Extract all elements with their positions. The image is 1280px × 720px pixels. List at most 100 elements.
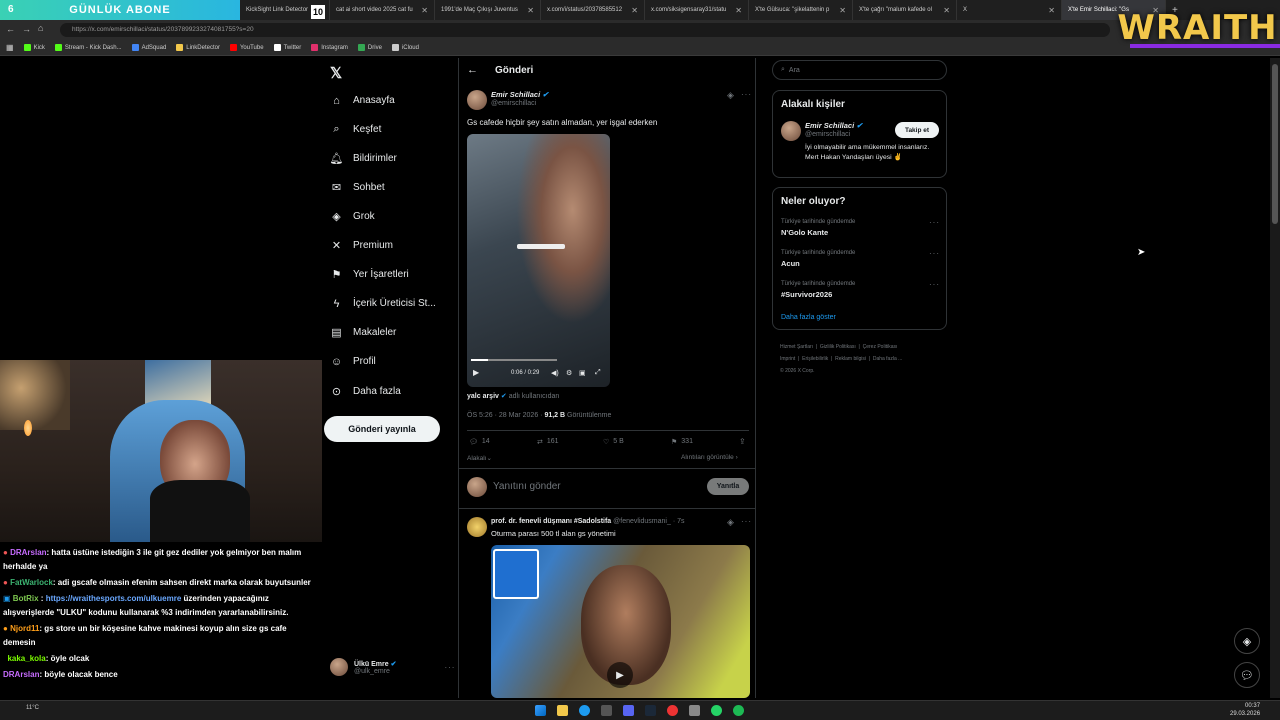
weather-temp[interactable]: 11°C — [26, 705, 39, 711]
settings-icon[interactable]: ⚙ — [566, 369, 572, 377]
tweet-video[interactable]: ▶ 0:06 / 0:29 ◀) ⚙ ▣ ⤢ — [467, 134, 610, 387]
nav-item-grok[interactable]: ◈ Grok — [330, 210, 374, 223]
close-icon[interactable]: ✕ — [731, 6, 742, 15]
footer-link[interactable]: Çerez Politikası — [863, 344, 898, 350]
play-icon[interactable]: ▶ — [607, 662, 633, 688]
grok-fab-icon[interactable]: ◈ — [1234, 628, 1260, 654]
author-avatar[interactable] — [467, 90, 487, 110]
more-dots-icon[interactable]: ··· — [929, 280, 940, 289]
footer-link[interactable]: Hizmet Şartları — [780, 344, 813, 350]
related-avatar[interactable] — [781, 121, 801, 141]
related-name[interactable]: Emir Schillaci ✔ — [805, 121, 863, 130]
chat-username[interactable]: Njord11 — [10, 624, 39, 633]
more-dots-icon[interactable]: ··· — [741, 517, 752, 526]
url-field[interactable]: https://x.com/emirschillaci/status/20378… — [60, 23, 1110, 37]
bookmark-linkdetector[interactable]: LinkDetector — [176, 44, 220, 51]
x-logo-icon[interactable]: 𝕏 — [330, 64, 342, 82]
back-icon[interactable]: ← — [6, 24, 15, 34]
repost-action[interactable]: ⇄ 161 — [537, 438, 559, 446]
volume-icon[interactable]: ◀) — [551, 369, 559, 377]
more-dots-icon[interactable]: ··· — [444, 663, 455, 672]
post-button[interactable]: Gönderi yayınla — [324, 416, 440, 442]
browser-tab[interactable]: x.com/i/status/20378585512 ✕ — [541, 0, 645, 20]
bookmark-twitter[interactable]: Twitter — [273, 44, 301, 51]
like-action[interactable]: ♡ 5 B — [603, 438, 624, 446]
chat-username[interactable]: kaka_kola — [7, 654, 45, 663]
search-bar[interactable]: ⌕ Ara — [772, 60, 947, 80]
browser-tab[interactable]: X ✕ — [957, 0, 1062, 20]
apps-icon[interactable]: ▦ — [6, 43, 14, 52]
author-name[interactable]: Emir Schillaci ✔ — [491, 90, 549, 99]
grok-icon[interactable]: ◈ — [727, 90, 734, 101]
footer-link[interactable]: Imprint — [780, 356, 795, 362]
close-icon[interactable]: ✕ — [627, 6, 638, 15]
nav-item-bookmarks[interactable]: ⚑ Yer İşaretleri — [330, 268, 409, 281]
fullscreen-icon[interactable]: ⤢ — [595, 369, 601, 377]
back-arrow-icon[interactable]: ← — [467, 64, 478, 76]
spotify-icon[interactable] — [733, 705, 744, 716]
page-scrollbar[interactable] — [1270, 58, 1280, 698]
file-explorer-icon[interactable] — [557, 705, 568, 716]
bookmark-kick[interactable]: Kick — [23, 44, 45, 51]
author-handle[interactable]: @emirschillaci — [491, 100, 536, 107]
footer-link[interactable]: Erişilebilirlik — [802, 356, 828, 362]
reply-author-avatar[interactable] — [467, 517, 487, 537]
nav-item-premium[interactable]: ✕ Premium — [330, 239, 393, 252]
close-icon[interactable]: ✕ — [939, 6, 950, 15]
play-icon[interactable]: ▶ — [473, 368, 479, 377]
browser-tab[interactable]: 1991'de Maç Çıkışı Juventus ✕ — [435, 0, 541, 20]
home-icon[interactable]: ⌂ — [38, 23, 43, 33]
reply-author[interactable]: prof. dr. fenevli düşmanı #Sadolstifa @f… — [491, 518, 684, 525]
chat-link[interactable]: https://wraithesports.com/ulkuemre — [46, 594, 182, 603]
browser-tab[interactable]: cat ai short video 2025 cat fu ✕ — [330, 0, 435, 20]
reply-input[interactable]: Yanıtını gönder — [493, 481, 561, 492]
bookmark-instagram[interactable]: Instagram — [311, 44, 348, 51]
grok-icon[interactable]: ◈ — [727, 517, 734, 528]
obs-icon[interactable] — [667, 705, 678, 716]
steam-icon[interactable] — [645, 705, 656, 716]
edge-icon[interactable] — [579, 705, 590, 716]
bookmark-youtube[interactable]: YouTube — [229, 44, 264, 51]
share-icon[interactable]: ⇪ — [739, 437, 746, 446]
trend-topic[interactable]: Acun — [781, 259, 800, 268]
account-switcher[interactable]: Ülkü Emre ✔ @ulk_emre ··· — [330, 658, 455, 676]
discord-icon[interactable] — [623, 705, 634, 716]
trend-topic[interactable]: #Survivor2026 — [781, 290, 832, 299]
nav-item-notifications[interactable]: 🔔︎ Bildirimler — [330, 152, 397, 165]
whatsapp-icon[interactable] — [711, 705, 722, 716]
nav-item-profile[interactable]: ☺ Profil — [330, 355, 376, 368]
clock[interactable]: 00:37 29.03.2026 — [1230, 702, 1260, 718]
nav-item-chat[interactable]: ✉ Sohbet — [330, 181, 385, 194]
messages-fab-icon[interactable]: 💬︎ — [1234, 662, 1260, 688]
browser-tab[interactable]: X'te çağrı "malum kafede ol ✕ — [853, 0, 957, 20]
more-dots-icon[interactable]: ··· — [929, 218, 940, 227]
app-icon[interactable] — [689, 705, 700, 716]
reply-video[interactable]: ▶ — [491, 545, 750, 698]
footer-link[interactable]: Daha fazla ... — [873, 356, 902, 362]
more-dots-icon[interactable]: ··· — [929, 249, 940, 258]
chat-username[interactable]: DRArslan — [10, 548, 46, 557]
close-icon[interactable]: ✕ — [523, 6, 534, 15]
browser-tab[interactable]: X'te Gülsuca: "şikelattenin p ✕ — [749, 0, 853, 20]
sort-dropdown[interactable]: Alakalı⌄ — [467, 454, 492, 462]
nav-item-articles[interactable]: ▤ Makaleler — [330, 326, 396, 339]
bookmark-adsquad[interactable]: AdSquad — [131, 44, 166, 51]
app-icon[interactable] — [601, 705, 612, 716]
view-quotes-link[interactable]: Alıntıları görüntüle › — [681, 454, 738, 461]
chat-username[interactable]: DRArslan — [3, 670, 39, 679]
show-more-link[interactable]: Daha fazla göster — [781, 314, 836, 321]
video-progress[interactable] — [471, 359, 557, 361]
close-icon[interactable]: ✕ — [417, 6, 428, 15]
more-dots-icon[interactable]: ··· — [741, 90, 752, 99]
bookmark-icloud[interactable]: iCloud — [391, 44, 419, 51]
reply-button[interactable]: Yanıtla — [707, 478, 749, 495]
trend-topic[interactable]: N'Golo Kante — [781, 228, 828, 237]
nav-item-explore[interactable]: ⌕ Keşfet — [330, 123, 381, 136]
bookmark-kick-dashboard[interactable]: Stream - Kick Dash... — [54, 44, 122, 51]
video-source[interactable]: yalc arşiv ✔ adlı kullanıcıdan — [467, 392, 559, 400]
chat-username[interactable]: BotRix — [13, 594, 39, 603]
start-icon[interactable] — [535, 705, 546, 716]
follow-button[interactable]: Takip et — [895, 122, 939, 138]
close-icon[interactable]: ✕ — [835, 6, 846, 15]
bookmark-action[interactable]: ⚑ 331 — [671, 438, 693, 446]
